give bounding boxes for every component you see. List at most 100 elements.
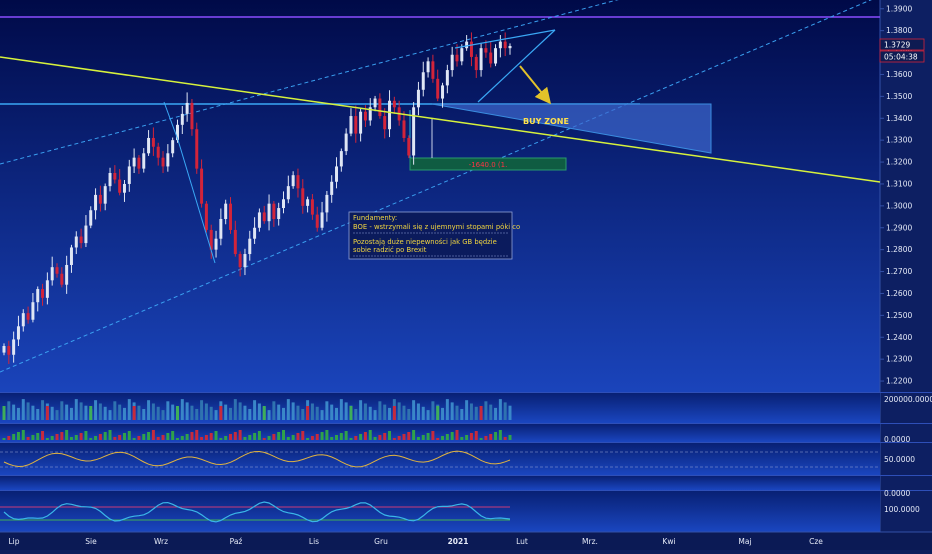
- volume-bar: [209, 406, 213, 420]
- candle-body: [354, 116, 358, 134]
- histogram-bar: [94, 436, 98, 440]
- candle-body: [277, 208, 281, 219]
- candle-body: [132, 157, 136, 167]
- histogram-bar: [441, 436, 445, 440]
- volume-bar: [36, 409, 40, 420]
- volume-bar: [474, 406, 478, 420]
- candle-body: [60, 273, 64, 285]
- volume-bar: [55, 410, 59, 420]
- histogram-bar: [132, 438, 136, 440]
- volume-bar: [257, 403, 261, 420]
- candle-body: [416, 89, 420, 108]
- candle-body: [296, 175, 300, 189]
- candle-body: [238, 254, 242, 268]
- histogram-bar: [243, 437, 247, 440]
- histogram-bar: [455, 430, 459, 440]
- volume-bar: [127, 399, 131, 420]
- histogram-bar: [469, 433, 473, 440]
- price-tick-label: 1.3200: [886, 158, 912, 167]
- time-axis-label: 2021: [448, 537, 469, 546]
- candle-body: [392, 100, 396, 108]
- candle-body: [200, 168, 204, 204]
- histogram-bar: [209, 433, 213, 440]
- volume-bar: [103, 406, 107, 420]
- volume-bar: [147, 400, 151, 420]
- histogram-bar: [479, 438, 483, 440]
- histogram-bar: [238, 430, 242, 440]
- histogram-bar: [325, 430, 329, 440]
- volume-bar: [465, 400, 469, 420]
- histogram-bar: [60, 432, 64, 440]
- histogram-bar: [253, 433, 257, 440]
- histogram-bar: [349, 438, 353, 440]
- candle-body: [301, 188, 305, 206]
- volume-bar: [137, 405, 141, 420]
- candle-body: [69, 247, 73, 265]
- candle-body: [180, 113, 184, 125]
- histogram-bar: [89, 438, 93, 440]
- candle-body: [214, 238, 218, 250]
- histogram-bar: [373, 437, 377, 440]
- histogram-bar: [248, 435, 252, 440]
- volume-bar: [407, 409, 411, 420]
- candle-body: [469, 41, 473, 57]
- candle-body: [151, 137, 155, 147]
- candle-body: [224, 203, 228, 219]
- price-tick-label: 1.3800: [886, 26, 912, 35]
- histogram-bar: [45, 438, 49, 440]
- volume-bar: [171, 404, 175, 420]
- histogram-bar: [354, 436, 358, 440]
- candle-body: [166, 153, 170, 167]
- time-axis-label: Lis: [309, 537, 319, 546]
- rsi-axis-label: 50.0000: [884, 455, 915, 464]
- price-tick-label: 1.2500: [886, 311, 912, 320]
- candle-body: [450, 54, 454, 71]
- volume-bar: [315, 406, 319, 420]
- histogram-bar: [200, 437, 204, 440]
- volume-bar: [431, 401, 435, 420]
- volume-bar: [363, 403, 367, 420]
- histogram-bar: [137, 436, 141, 440]
- candle-body: [359, 111, 363, 134]
- volume-bar-highlight: [89, 406, 93, 420]
- fundamentals-line1: BOE - wstrzymali się z ujemnymi stopami …: [353, 223, 520, 231]
- volume-bar: [296, 405, 300, 420]
- volume-bar: [291, 402, 295, 420]
- histogram-bar: [489, 434, 493, 440]
- candle-body: [508, 45, 512, 49]
- volume-bar: [7, 401, 11, 420]
- candle-body: [474, 56, 478, 71]
- histogram-bar: [50, 436, 54, 440]
- histogram-bar: [450, 432, 454, 440]
- price-tick-label: 1.3900: [886, 4, 912, 13]
- histogram-bar: [229, 434, 232, 440]
- candle-body: [441, 85, 445, 99]
- price-tick-label: 1.2200: [886, 377, 912, 386]
- volume-bar: [185, 402, 189, 420]
- volume-bar: [74, 399, 78, 420]
- volume-bar: [421, 406, 425, 420]
- histogram-bar: [272, 434, 276, 440]
- volume-bar: [310, 403, 314, 420]
- candle-body: [310, 199, 314, 215]
- volume-bar-highlight: [436, 406, 440, 420]
- candle-body: [98, 194, 102, 204]
- candle-body: [460, 48, 464, 62]
- volume-bar: [286, 399, 290, 420]
- volume-bar: [402, 405, 406, 420]
- volume-bar: [195, 409, 199, 420]
- histogram-bar: [84, 431, 88, 440]
- histogram-bar: [315, 434, 319, 440]
- time-axis-label: Sie: [85, 537, 97, 546]
- histogram-bar: [122, 433, 126, 440]
- candlestick-chart[interactable]: BUY ZONE -1640.0 (1. Fundamenty: BOE - w…: [0, 0, 932, 550]
- price-tick-label: 1.3600: [886, 70, 912, 79]
- histogram-bar: [407, 432, 411, 440]
- volume-bar: [373, 410, 377, 420]
- volume-bar-highlight: [306, 406, 310, 420]
- volume-bar: [450, 402, 454, 420]
- time-axis-label: Lip: [8, 537, 19, 546]
- candle-body: [315, 214, 319, 228]
- volume-pane: [0, 393, 880, 423]
- candle-body: [363, 111, 367, 121]
